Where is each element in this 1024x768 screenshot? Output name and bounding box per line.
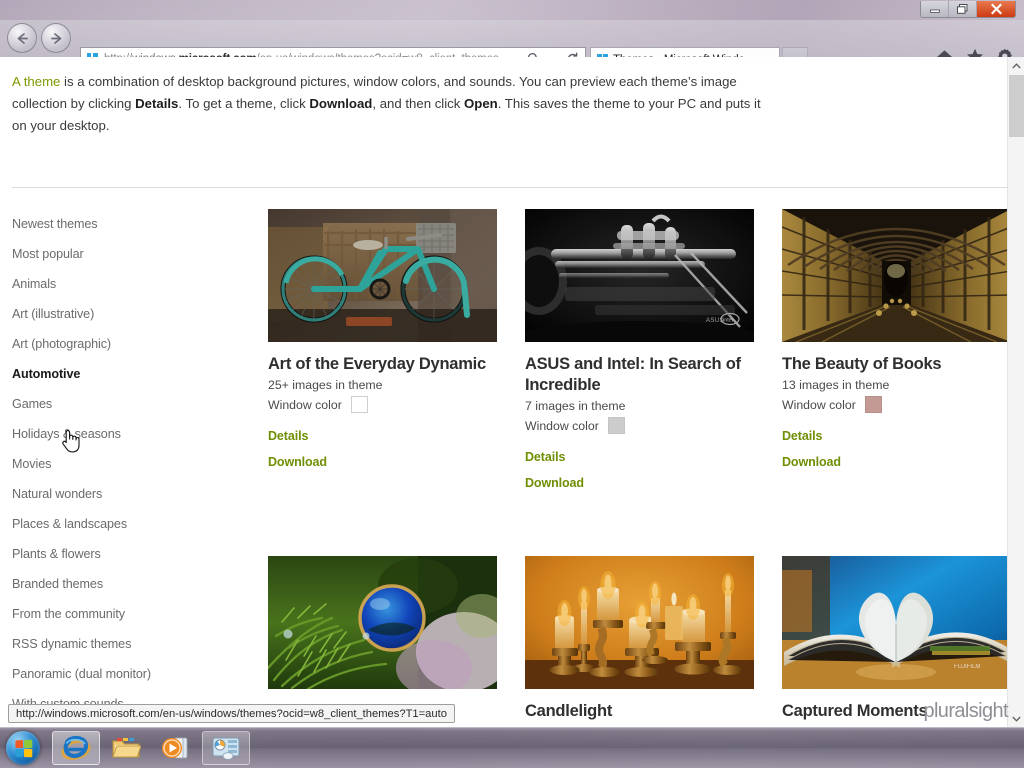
forward-button[interactable]	[41, 23, 71, 53]
window-titlebar	[0, 0, 1024, 20]
theme-thumbnail-book-heart[interactable]: FUJIFILM	[782, 556, 1011, 689]
close-button[interactable]	[977, 1, 1015, 17]
back-button[interactable]	[7, 23, 37, 53]
browser-window: http://windows.microsoft.com/en-us/windo…	[0, 0, 1024, 727]
theme-card: ASUS intel ASUS and Intel: In Search of …	[525, 209, 754, 502]
intro-part2: . To get a theme, click	[178, 96, 310, 111]
sidebar-item-branded-themes[interactable]: Branded themes	[12, 569, 247, 599]
download-link[interactable]: Download	[782, 455, 1011, 469]
theme-card: Candlelight 10 images in theme	[525, 556, 754, 727]
window-color-swatch	[607, 417, 625, 434]
sidebar-item-most-popular[interactable]: Most popular	[12, 239, 247, 269]
sidebar-item-automotive[interactable]: Automotive	[12, 359, 247, 389]
theme-card: Bubbles 15 images in theme	[268, 556, 497, 727]
internet-explorer-icon	[61, 735, 91, 760]
status-bar-url-tooltip: http://windows.microsoft.com/en-us/windo…	[8, 704, 455, 723]
taskbar-item-windows-explorer[interactable]	[102, 731, 150, 765]
window-color-swatch	[864, 396, 882, 413]
theme-card-count: 13 images in theme	[782, 378, 890, 392]
intro-part3: , and then click	[372, 96, 465, 111]
horizontal-divider	[12, 187, 1007, 188]
window-color-row: Window color	[268, 396, 497, 413]
window-color-label: Window color	[525, 418, 599, 433]
page-viewport: Themes A theme is a combination of deskt…	[0, 57, 1024, 727]
taskbar-items	[52, 731, 250, 765]
theme-card-count: 7 images in theme	[525, 399, 626, 413]
window-color-row: Window color	[782, 396, 1011, 413]
details-link[interactable]: Details	[268, 429, 497, 443]
soap-bubble-grass-photo	[268, 556, 497, 689]
start-button[interactable]	[0, 729, 46, 767]
windows-start-orb-icon	[6, 731, 40, 765]
window-color-label: Window color	[782, 397, 856, 412]
sidebar-item-rss-dynamic-themes[interactable]: RSS dynamic themes	[12, 629, 247, 659]
windows-taskbar	[0, 727, 1024, 768]
sidebar-item-art-illustrative[interactable]: Art (illustrative)	[12, 299, 247, 329]
page-scrollbar[interactable]	[1007, 57, 1024, 727]
download-link[interactable]: Download	[268, 455, 497, 469]
taskbar-item-control-panel[interactable]	[202, 731, 250, 765]
theme-thumbnail-candles[interactable]	[525, 556, 754, 689]
theme-card: Art of the Everyday Dynamic 25+ images i…	[268, 209, 497, 502]
book-heart-pages-photo: FUJIFILM	[782, 556, 1011, 689]
theme-card-title[interactable]: ASUS and Intel: In Search of Incredible	[525, 354, 754, 396]
sidebar-item-holidays-seasons[interactable]: Holidays & seasons	[12, 419, 247, 449]
theme-card-title[interactable]: Candlelight	[525, 701, 754, 722]
intro-bold-details: Details	[135, 96, 179, 111]
theme-card-row-2: Bubbles 15 images in theme	[268, 556, 1011, 727]
theme-card-title[interactable]: Art of the Everyday Dynamic	[268, 354, 497, 375]
teal-bicycle-photo	[268, 209, 497, 342]
theme-card: The Beauty of Books 13 images in theme W…	[782, 209, 1011, 502]
intro-bold-open: Open	[464, 96, 498, 111]
theme-card-grid: Art of the Everyday Dynamic 25+ images i…	[268, 209, 1011, 727]
theme-thumbnail-trumpet[interactable]: ASUS intel	[525, 209, 754, 342]
window-color-swatch	[350, 396, 368, 413]
theme-card-title[interactable]: The Beauty of Books	[782, 354, 1011, 375]
browser-toolbar: http://windows.microsoft.com/en-us/windo…	[0, 20, 1024, 71]
theme-card-links: Details Download	[782, 429, 1011, 469]
page-content: Themes A theme is a combination of deskt…	[0, 57, 1011, 727]
candles-photo	[525, 556, 754, 689]
folder-explorer-icon	[112, 738, 141, 758]
control-panel-icon	[212, 737, 240, 760]
sidebar-item-natural-wonders[interactable]: Natural wonders	[12, 479, 247, 509]
library-long-room-photo	[782, 209, 1011, 342]
intro-bold-download: Download	[309, 96, 373, 111]
sidebar-item-games[interactable]: Games	[12, 389, 247, 419]
sidebar-item-plants-flowers[interactable]: Plants & flowers	[12, 539, 247, 569]
scrollbar-thumb[interactable]	[1009, 75, 1024, 137]
theme-thumbnail-bubble[interactable]	[268, 556, 497, 689]
sidebar-item-movies[interactable]: Movies	[12, 449, 247, 479]
media-player-icon	[162, 737, 188, 759]
window-color-row: Window color	[525, 417, 754, 434]
sidebar-item-art-photographic[interactable]: Art (photographic)	[12, 329, 247, 359]
theme-card-count: 25+ images in theme	[268, 378, 383, 392]
scroll-up-icon[interactable]	[1008, 57, 1024, 74]
intro-lead: A theme	[12, 74, 61, 89]
theme-thumbnail-bicycle[interactable]	[268, 209, 497, 342]
sidebar-item-panoramic-dual-monitor[interactable]: Panoramic (dual monitor)	[12, 659, 247, 689]
pluralsight-watermark: pluralsight	[923, 700, 1008, 722]
details-link[interactable]: Details	[782, 429, 1011, 443]
window-color-label: Window color	[268, 397, 342, 412]
restore-button[interactable]	[949, 1, 977, 17]
theme-thumbnail-library[interactable]	[782, 209, 1011, 342]
theme-card-row-1: Art of the Everyday Dynamic 25+ images i…	[268, 209, 1011, 502]
intro-paragraph: A theme is a combination of desktop back…	[12, 71, 774, 137]
taskbar-item-internet-explorer[interactable]	[52, 731, 100, 765]
download-link[interactable]: Download	[525, 476, 754, 490]
sidebar-item-places-landscapes[interactable]: Places & landscapes	[12, 509, 247, 539]
sidebar-item-from-the-community[interactable]: From the community	[12, 599, 247, 629]
sidebar-item-newest-themes[interactable]: Newest themes	[12, 209, 247, 239]
black-white-trumpet-photo: ASUS intel	[525, 209, 754, 342]
theme-card-links: Details Download	[525, 450, 754, 490]
window-controls	[920, 1, 1016, 18]
sidebar-item-animals[interactable]: Animals	[12, 269, 247, 299]
minimize-button[interactable]	[921, 1, 949, 17]
details-link[interactable]: Details	[525, 450, 754, 464]
scroll-down-icon[interactable]	[1008, 710, 1024, 727]
theme-card-links: Details Download	[268, 429, 497, 469]
taskbar-item-windows-media-player[interactable]	[152, 731, 200, 765]
category-sidebar: Newest themes Most popular Animals Art (…	[12, 209, 247, 719]
